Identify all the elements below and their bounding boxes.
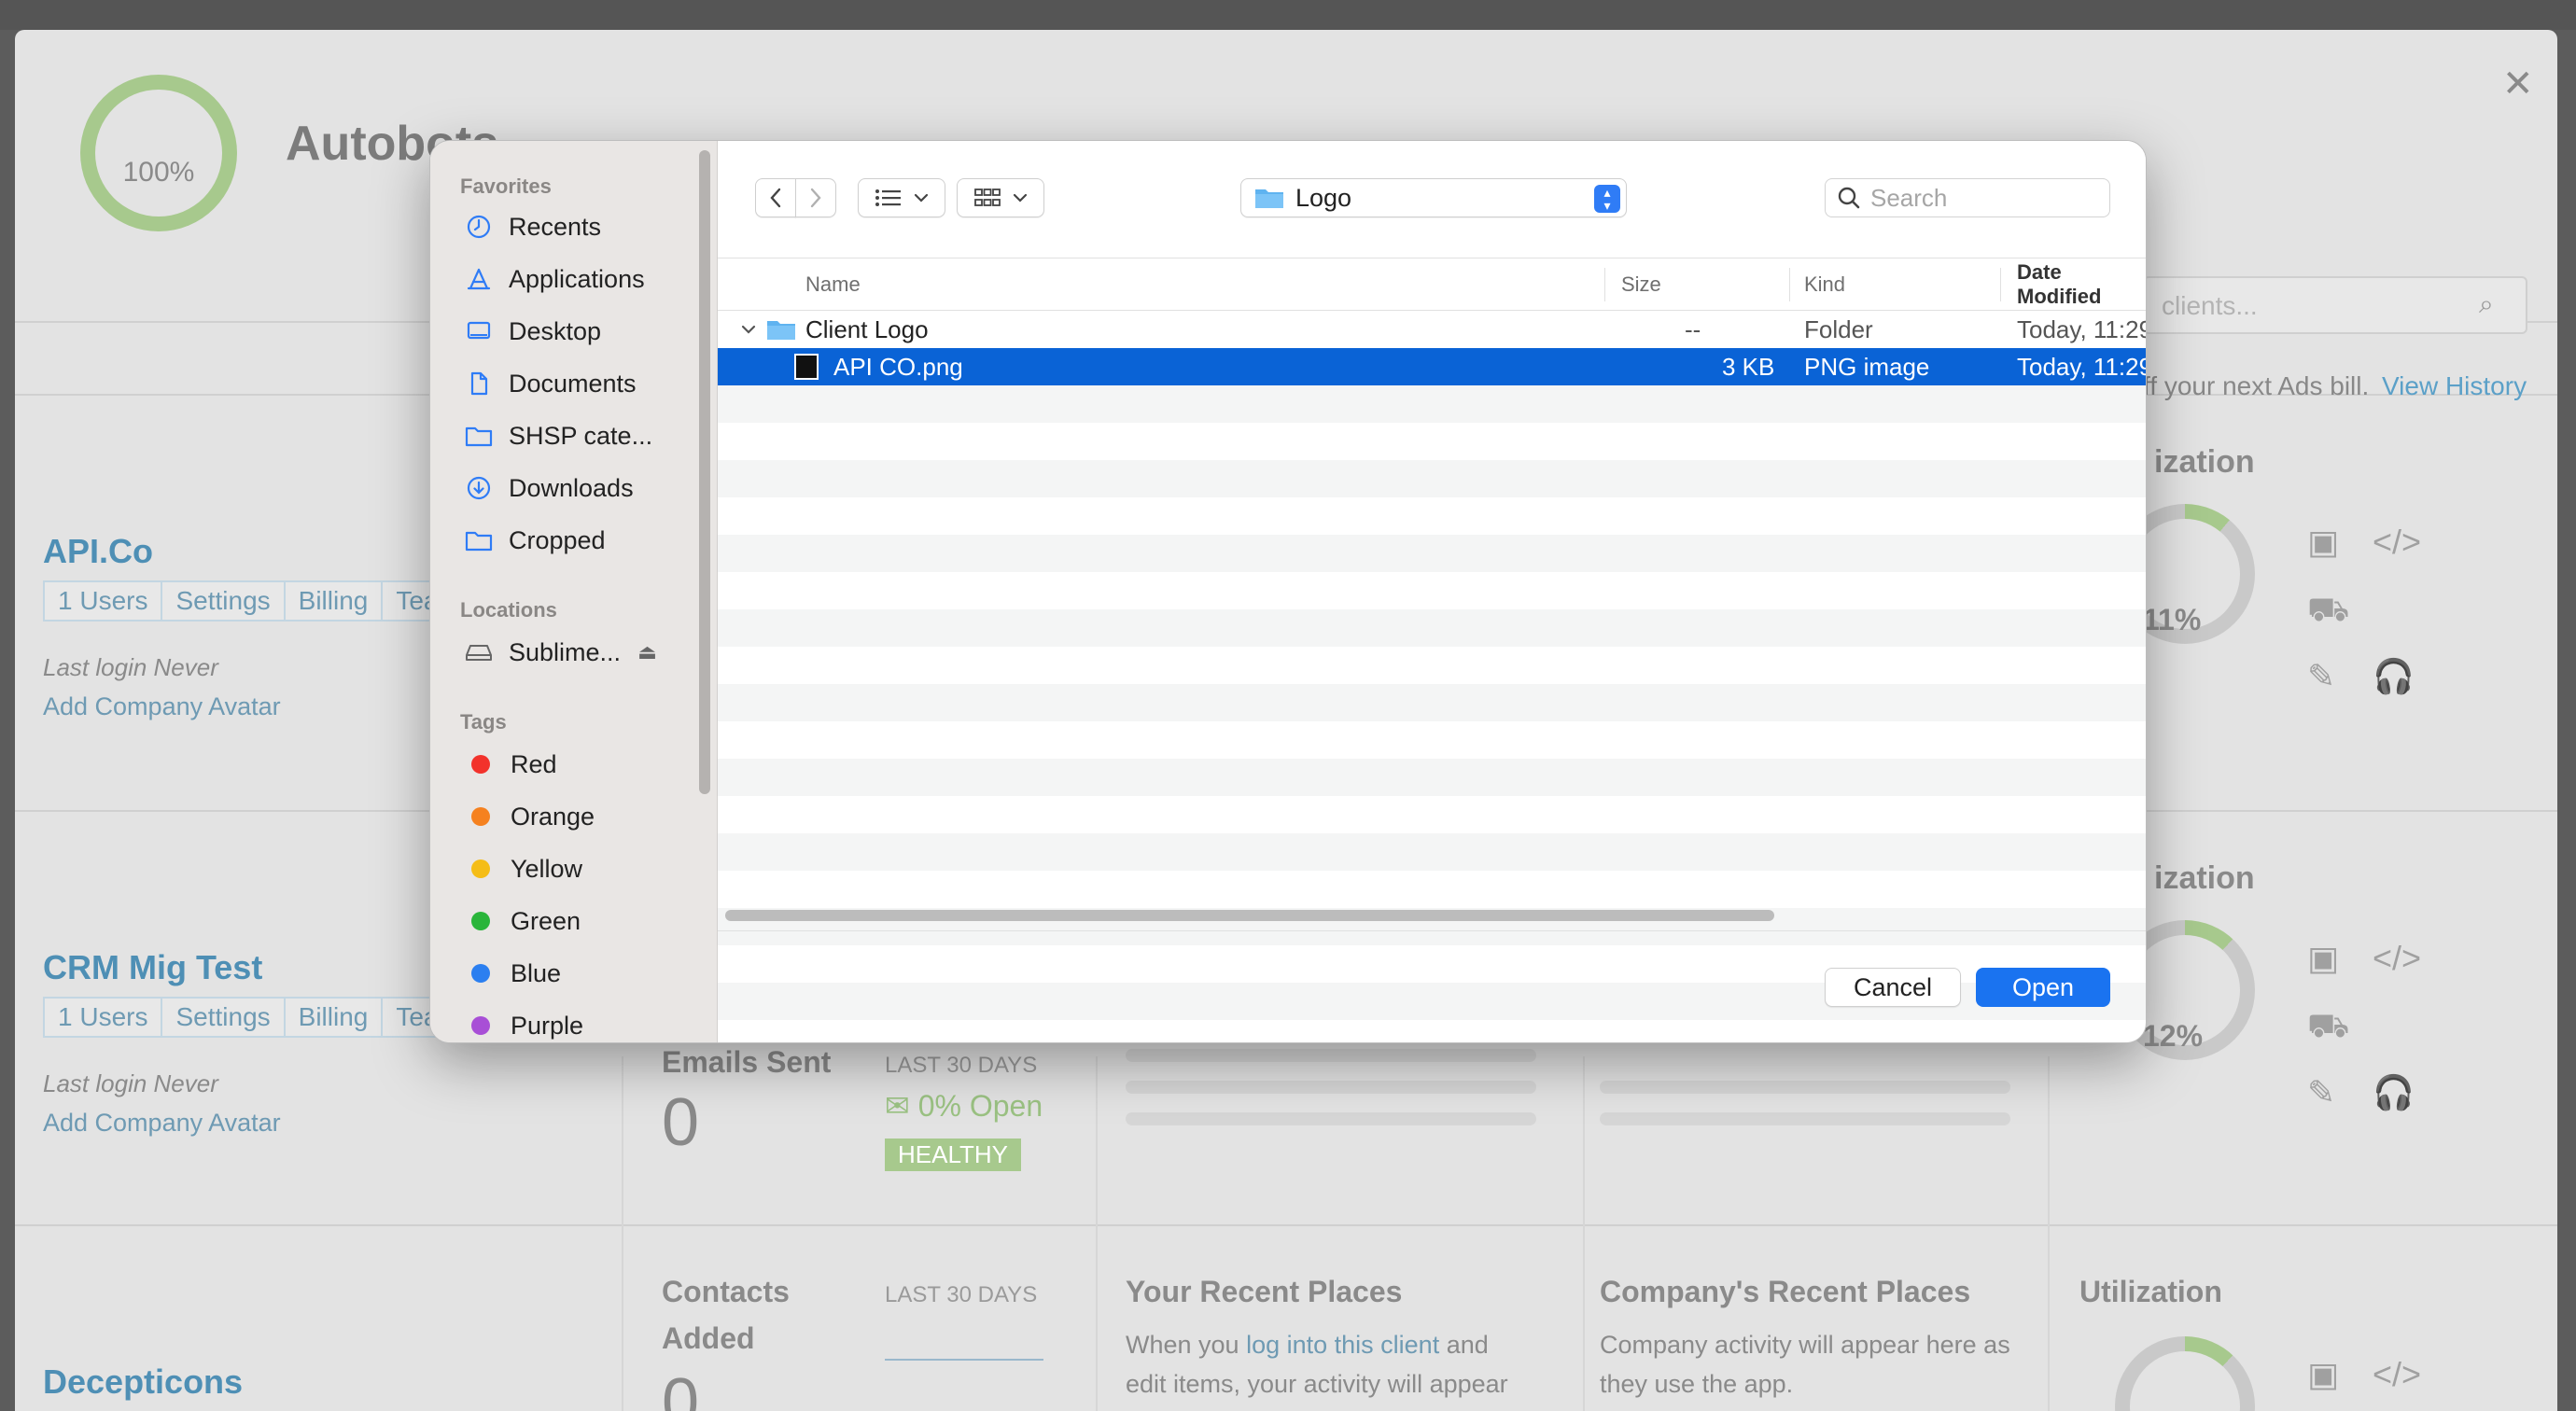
file-kind: Folder: [1804, 314, 1873, 343]
favorites-heading: Favorites: [460, 175, 552, 198]
sidebar-tag-red[interactable]: Red: [464, 744, 557, 785]
empty-row: [718, 385, 2146, 423]
eject-icon[interactable]: ⏏: [637, 640, 657, 664]
tag-color-dot: [471, 912, 490, 930]
dialog-toolbar: Logo ▴ ▾: [718, 141, 2146, 258]
group-button[interactable]: [957, 178, 1044, 217]
folder-icon: [464, 525, 494, 555]
empty-row: [718, 497, 2146, 535]
search-input[interactable]: [1870, 183, 2094, 213]
folder-icon: [1255, 189, 1283, 208]
file-open-dialog: Favorites Recents Applications Desktop D…: [429, 140, 2147, 1043]
chevron-down-icon: [914, 193, 929, 203]
empty-row: [718, 647, 2146, 684]
empty-row: [718, 721, 2146, 759]
sidebar-item-applications[interactable]: Applications: [464, 258, 645, 300]
tag-color-dot: [471, 859, 490, 878]
folder-icon: [464, 421, 494, 451]
file-kind: PNG image: [1804, 352, 1930, 381]
sidebar-item-recents[interactable]: Recents: [464, 206, 601, 247]
file-date: Today, 11:29 PM: [2017, 352, 2147, 381]
empty-row: [718, 609, 2146, 647]
file-list: Client Logo -- Folder Today, 11:29 PM AP…: [718, 311, 2147, 1042]
download-icon: [464, 473, 494, 503]
file-row-selected[interactable]: API CO.png 3 KB PNG image Today, 11:29 P…: [718, 348, 2147, 385]
empty-row: [718, 572, 2146, 609]
empty-row: [718, 833, 2146, 871]
dialog-sidebar: Favorites Recents Applications Desktop D…: [430, 141, 718, 1042]
clock-icon: [464, 212, 494, 242]
sidebar-tag-purple[interactable]: Purple: [464, 1005, 583, 1042]
locations-heading: Locations: [460, 598, 557, 622]
back-button[interactable]: [755, 178, 796, 217]
drive-icon: [464, 637, 494, 667]
folder-icon: [766, 311, 796, 348]
list-view-icon: [875, 189, 901, 206]
empty-row: [718, 423, 2146, 460]
png-file-icon: [794, 348, 819, 385]
chevron-down-icon: [1013, 193, 1028, 203]
sidebar-item-sublime[interactable]: Sublime... ⏏: [464, 632, 657, 673]
chevron-left-icon: [770, 188, 781, 208]
tag-color-dot: [471, 807, 490, 826]
sidebar-tag-green[interactable]: Green: [464, 901, 581, 942]
column-header-date-modified[interactable]: Date Modified: [2017, 258, 2146, 311]
cancel-button[interactable]: Cancel: [1825, 968, 1961, 1007]
tag-color-dot: [471, 755, 490, 774]
sidebar-item-documents[interactable]: Documents: [464, 363, 637, 404]
grid-view-icon: [974, 189, 1001, 206]
current-folder-name: Logo: [1295, 183, 1352, 212]
view-list-button[interactable]: [858, 178, 945, 217]
disclosure-chevron-down-icon[interactable]: [740, 311, 757, 348]
updown-stepper-icon: ▴ ▾: [1594, 185, 1620, 213]
dialog-main-pane: Logo ▴▾ Name Size Kind Date Modified: [718, 141, 2147, 1042]
forward-button[interactable]: [795, 178, 836, 217]
sidebar-item-cropped[interactable]: Cropped: [464, 520, 606, 561]
file-size: --: [1685, 314, 1701, 343]
file-date: Today, 11:29 PM: [2017, 314, 2147, 343]
file-size: 3 KB: [1722, 352, 1775, 381]
search-field[interactable]: [1825, 178, 2110, 217]
applications-icon: [464, 264, 494, 294]
tag-color-dot: [471, 964, 490, 983]
empty-row: [718, 871, 2146, 908]
empty-row: [718, 759, 2146, 796]
sidebar-item-downloads[interactable]: Downloads: [464, 468, 634, 509]
chevron-right-icon: [810, 188, 821, 208]
location-popup[interactable]: Logo ▴ ▾: [1240, 178, 1627, 217]
sidebar-item-desktop[interactable]: Desktop: [464, 311, 601, 352]
column-header-kind[interactable]: Kind: [1804, 258, 1845, 311]
empty-row: [718, 796, 2146, 833]
search-icon: [1838, 187, 1860, 209]
column-headers: Name Size Kind Date Modified: [718, 258, 2146, 311]
desktop-icon: [464, 316, 494, 346]
open-button[interactable]: Open: [1976, 968, 2110, 1007]
tags-heading: Tags: [460, 710, 507, 733]
sidebar-tag-blue[interactable]: Blue: [464, 953, 561, 994]
horizontal-scrollbar[interactable]: [725, 910, 1774, 921]
column-header-name[interactable]: Name: [805, 258, 861, 311]
file-name: API CO.png: [833, 352, 963, 381]
file-row-folder[interactable]: Client Logo -- Folder Today, 11:29 PM: [718, 311, 2147, 348]
empty-row: [718, 684, 2146, 721]
sidebar-scrollbar[interactable]: [699, 150, 710, 794]
empty-row: [718, 460, 2146, 497]
sidebar-tag-yellow[interactable]: Yellow: [464, 848, 582, 889]
sidebar-item-shsp[interactable]: SHSP cate...: [464, 415, 652, 456]
column-header-size[interactable]: Size: [1621, 258, 1661, 311]
tag-color-dot: [471, 1016, 490, 1035]
file-name: Client Logo: [805, 314, 929, 343]
sidebar-tag-orange[interactable]: Orange: [464, 796, 595, 837]
document-icon: [464, 369, 494, 398]
empty-row: [718, 535, 2146, 572]
